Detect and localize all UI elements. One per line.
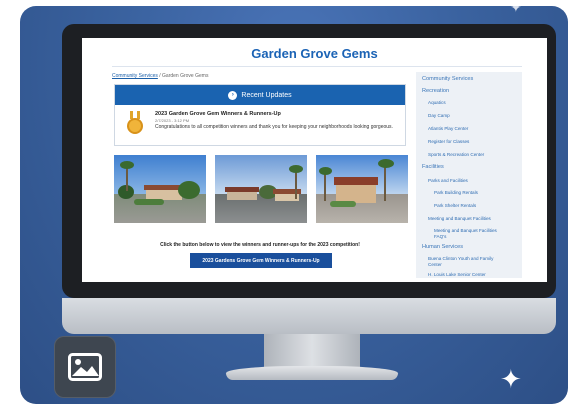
sidebar-item-facilities[interactable]: Facilities [422,164,444,171]
image-icon[interactable] [54,336,116,398]
house-photo [215,155,307,223]
update-description: Congratulations to all competition winne… [155,124,393,130]
sidebar-item-faq-s[interactable]: FAQ's [434,234,446,240]
monitor-stand [264,334,360,370]
monitor-base [226,366,398,380]
sidebar-item-buena-clinton-youth-and-family[interactable]: Buena Clinton Youth and Family [428,256,493,262]
breadcrumb-current: Garden Grove Gems [162,73,209,79]
sidebar-item-atlantis-play-center[interactable]: Atlantis Play Center [428,126,468,132]
sidebar-item-park-shelter-rentals[interactable]: Park Shelter Rentals [434,203,476,209]
sidebar-item-register-for-classes[interactable]: Register for Classes [428,139,469,145]
winners-button[interactable]: 2023 Gardens Grove Gem Winners & Runners… [190,253,332,268]
promo-card: ✦ Garden Grove Gems Community Services /… [20,6,568,404]
medal-icon [127,111,143,137]
recent-updates-heading: Recent Updates [241,91,292,99]
title-divider [112,66,522,67]
sidebar-nav: Community Services Recreation Aquatics Day … [416,72,522,278]
sparkle-icon: ✦ [500,364,522,394]
sidebar-item-day-camp[interactable]: Day Camp [428,113,450,119]
sidebar-item-community-services[interactable]: Community Services [422,76,473,83]
sidebar-item-park-building-rentals[interactable]: Park Building Rentals [434,190,478,196]
house-photo [316,155,408,223]
sidebar-item-center[interactable]: Center [428,262,442,268]
house-photo [114,155,206,223]
breadcrumb-link-community-services[interactable]: Community Services [112,73,158,79]
breadcrumb: Community Services / Garden Grove Gems [112,73,208,79]
update-title[interactable]: 2023 Garden Grove Gem Winners & Runners-… [155,111,403,117]
recent-updates-header: › Recent Updates [115,85,405,105]
update-item[interactable]: 2023 Garden Grove Gem Winners & Runners-… [115,105,405,146]
arrow-right-icon: › [228,90,238,100]
sidebar-item-h-louis-lake-senior-center[interactable]: H. Louis Lake Senior Center [428,272,486,278]
cta-text: Click the button below to view the winne… [160,242,360,248]
sidebar-item-parks-and-facilities[interactable]: Parks and Facilities [428,178,468,184]
update-date: 2/7/2023 - 3:12 PM [155,118,190,123]
sidebar-item-aquatics[interactable]: Aquatics [428,100,446,106]
sidebar-item-recreation[interactable]: Recreation [422,88,449,95]
recent-updates-panel: › Recent Updates 2023 Garden Grove Gem W… [114,84,406,146]
sidebar-item-human-services[interactable]: Human Services [422,244,463,251]
page-title: Garden Grove Gems [251,46,378,61]
monitor-chin [62,298,556,334]
sparkle-icon: ✦ [510,6,522,15]
monitor-screen: Garden Grove Gems Community Services / G… [82,38,547,282]
sidebar-item-meeting-and-banquet-facilities[interactable]: Meeting and Banquet Facilities [434,228,497,234]
sidebar-item-sports-recreation-center[interactable]: Sports & Recreation Center [428,152,484,158]
sidebar-item-meeting-and-banquet-facilities[interactable]: Meeting and Banquet Facilities [428,216,491,222]
